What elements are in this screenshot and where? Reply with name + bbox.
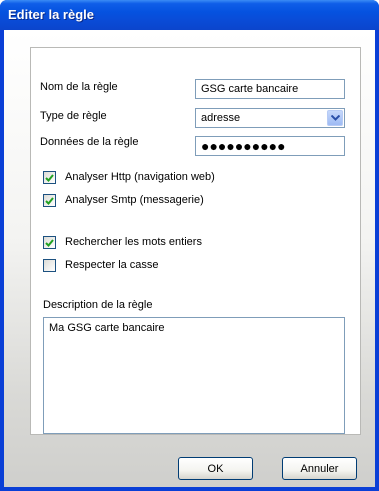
analyze-smtp-label[interactable]: Analyser Smtp (messagerie) <box>65 194 204 206</box>
password-mask: ●●●●●●●●●● <box>201 138 286 154</box>
match-case-label[interactable]: Respecter la casse <box>65 259 159 271</box>
rule-name-label: Nom de la règle <box>40 81 118 93</box>
rule-type-select[interactable]: adresse <box>195 108 345 128</box>
whole-words-label[interactable]: Rechercher les mots entiers <box>65 236 202 248</box>
window-title: Editer la règle <box>8 7 94 22</box>
ok-button[interactable]: OK <box>178 457 253 480</box>
analyze-http-label[interactable]: Analyser Http (navigation web) <box>65 171 215 183</box>
title-bar[interactable]: Editer la règle <box>0 0 379 30</box>
description-textarea[interactable]: Ma GSG carte bancaire <box>43 317 345 434</box>
rule-name-input[interactable]: GSG carte bancaire <box>195 79 345 99</box>
whole-words-checkbox[interactable] <box>43 236 56 249</box>
chevron-down-icon[interactable] <box>327 110 343 126</box>
cancel-button[interactable]: Annuler <box>282 457 357 480</box>
checkmark-icon <box>45 173 54 182</box>
analyze-http-checkbox[interactable] <box>43 171 56 184</box>
dialog-window: Editer la règle Nom de la règle GSG cart… <box>0 0 379 491</box>
rule-data-password-input[interactable]: ●●●●●●●●●● <box>195 136 345 156</box>
rule-type-label: Type de règle <box>40 110 107 122</box>
rule-type-value: adresse <box>201 112 241 124</box>
analyze-smtp-checkbox[interactable] <box>43 194 56 207</box>
match-case-checkbox[interactable] <box>43 259 56 272</box>
checkmark-icon <box>45 238 54 247</box>
rule-data-label: Données de la règle <box>40 136 139 148</box>
checkmark-icon <box>45 196 54 205</box>
description-label: Description de la règle <box>43 299 153 311</box>
